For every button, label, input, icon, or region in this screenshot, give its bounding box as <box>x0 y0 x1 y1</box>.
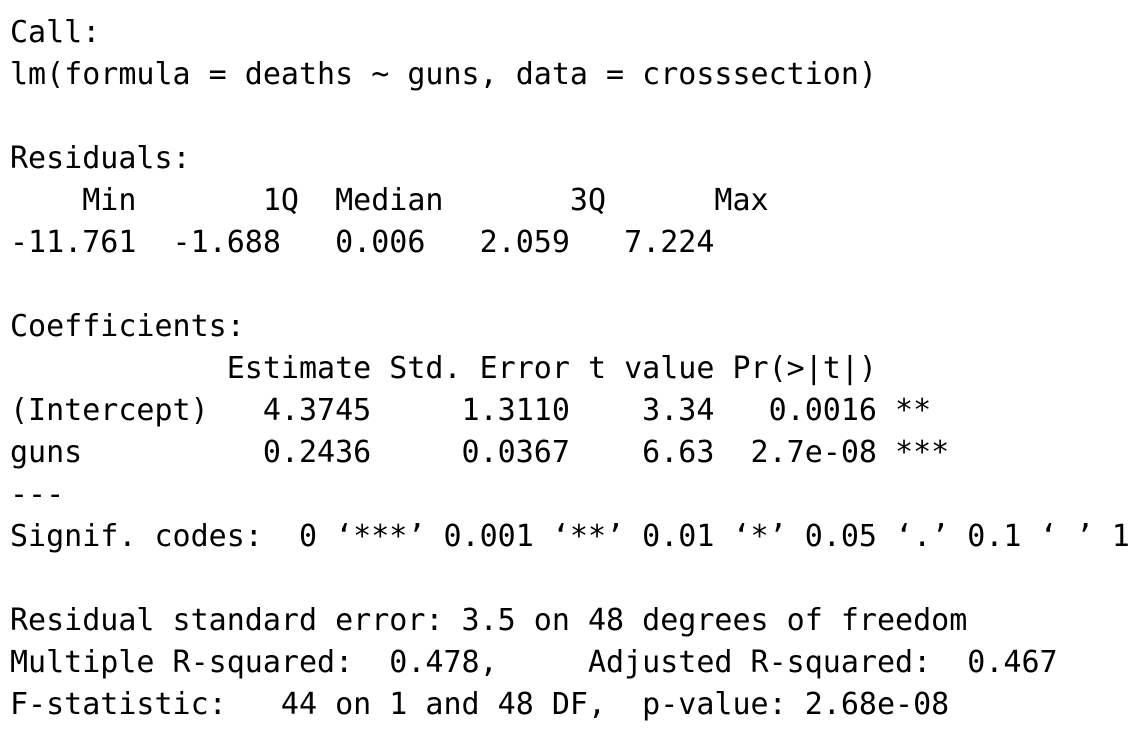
residuals-values: -11.761 -1.688 0.006 2.059 7.224 <box>10 225 733 260</box>
residuals-columns: Min 1Q Median 3Q Max <box>10 183 787 218</box>
coefficient-row-guns: guns 0.2436 0.0367 6.63 2.7e-08 *** <box>10 435 950 470</box>
coefficients-columns: Estimate Std. Error t value Pr(>|t|) <box>10 351 950 386</box>
signif-codes: Signif. codes: 0 ‘***’ 0.001 ‘**’ 0.01 ‘… <box>10 519 1130 554</box>
r-console-output: Call: lm(formula = deaths ~ guns, data =… <box>10 12 1130 726</box>
separator: --- <box>10 477 65 512</box>
call-formula: lm(formula = deaths ~ guns, data = cross… <box>10 57 877 92</box>
f-statistic-line: F-statistic: 44 on 1 and 48 DF, p-value:… <box>10 687 950 722</box>
call-header: Call: <box>10 15 101 50</box>
residuals-header: Residuals: <box>10 141 191 176</box>
coefficient-row-intercept: (Intercept) 4.3745 1.3110 3.34 0.0016 ** <box>10 393 950 428</box>
residual-standard-error: Residual standard error: 3.5 on 48 degre… <box>10 603 968 638</box>
coefficients-header: Coefficients: <box>10 309 245 344</box>
r-squared-line: Multiple R-squared: 0.478, Adjusted R-sq… <box>10 645 1076 680</box>
